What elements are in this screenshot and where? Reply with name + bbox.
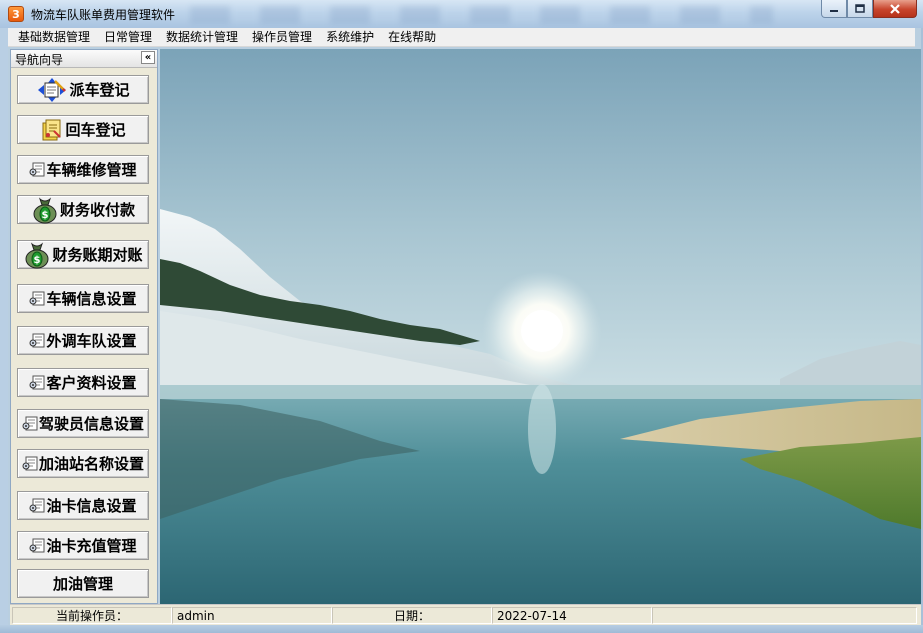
card-icon <box>22 416 38 432</box>
nav-button-fuel-card[interactable]: 油卡信息设置 <box>17 491 149 520</box>
nav-button-customer[interactable]: 客户资料设置 <box>17 368 149 397</box>
nav-button-vehicle-repair[interactable]: 车辆维修管理 <box>17 155 149 184</box>
window-frame-bottom <box>0 625 923 633</box>
nav-button-label: 回车登记 <box>65 121 126 139</box>
nav-button-label: 财务账期对账 <box>52 246 143 264</box>
nav-button-external-fleet[interactable]: 外调车队设置 <box>17 326 149 355</box>
menu-basic-data[interactable]: 基础数据管理 <box>8 28 97 47</box>
nav-button-gas-station[interactable]: 加油站名称设置 <box>17 449 149 478</box>
menu-daily[interactable]: 日常管理 <box>97 28 159 47</box>
nav-button-label: 客户资料设置 <box>46 374 137 392</box>
menu-system[interactable]: 系统维护 <box>319 28 381 47</box>
lake-landscape <box>160 49 921 604</box>
nav-button-label: 加油管理 <box>52 575 113 593</box>
nav-button-return[interactable]: 回车登记 <box>17 115 149 144</box>
minimize-icon <box>830 9 838 12</box>
svg-text:$: $ <box>34 255 41 266</box>
app-icon: 3 <box>8 6 24 22</box>
card-icon <box>29 333 45 349</box>
money-bag-icon: $ <box>31 196 59 224</box>
minimize-button[interactable] <box>821 0 847 18</box>
nav-button-label: 驾驶员信息设置 <box>38 415 144 433</box>
menu-help[interactable]: 在线帮助 <box>381 28 443 47</box>
window-controls <box>821 0 917 19</box>
maximize-icon <box>855 4 865 13</box>
nav-button-vehicle-info[interactable]: 车辆信息设置 <box>17 284 149 313</box>
nav-button-label: 车辆信息设置 <box>46 290 137 308</box>
card-icon <box>22 456 38 472</box>
close-icon <box>890 3 900 14</box>
nav-button-driver[interactable]: 驾驶员信息设置 <box>17 409 149 438</box>
svg-text:$: $ <box>42 210 49 221</box>
date-value: 2022-07-14 <box>492 607 652 624</box>
menu-bar: 基础数据管理 日常管理 数据统计管理 操作员管理 系统维护 在线帮助 <box>8 28 915 47</box>
menu-operators[interactable]: 操作员管理 <box>245 28 319 47</box>
nav-button-label: 外调车队设置 <box>46 332 137 350</box>
maximize-button[interactable] <box>847 0 873 18</box>
nav-header: 导航向导 « <box>11 50 157 68</box>
title-bar-glass <box>190 6 773 24</box>
nav-button-label: 派车登记 <box>69 81 130 99</box>
status-empty-cell <box>652 607 917 624</box>
nav-button-dispatch[interactable]: 派车登记 <box>17 75 149 104</box>
money-bag-icon: $ <box>23 241 51 269</box>
window-title: 物流车队账单费用管理软件 <box>31 8 176 22</box>
card-icon <box>29 538 45 554</box>
nav-button-refuel[interactable]: 加油管理 <box>17 569 149 598</box>
title-bar[interactable]: 3 物流车队账单费用管理软件 <box>0 0 923 28</box>
main-background-image <box>160 49 921 604</box>
collapse-button[interactable]: « <box>141 51 155 64</box>
dispatch-icon <box>36 77 68 103</box>
nav-button-finance-reconcile[interactable]: $ 财务账期对账 <box>17 240 149 269</box>
nav-title: 导航向导 <box>15 53 64 67</box>
nav-button-label: 车辆维修管理 <box>46 161 137 179</box>
nav-button-finance-payments[interactable]: $ 财务收付款 <box>17 195 149 224</box>
window-frame-left <box>0 28 8 625</box>
nav-button-label: 财务收付款 <box>59 201 135 219</box>
date-label: 日期： <box>332 607 492 624</box>
card-icon <box>29 498 45 514</box>
operator-value: admin <box>172 607 332 624</box>
nav-button-label: 加油站名称设置 <box>38 455 144 473</box>
nav-button-fuel-card-recharge[interactable]: 油卡充值管理 <box>17 531 149 560</box>
status-bar: 当前操作员： admin 日期： 2022-07-14 <box>10 604 921 625</box>
return-icon <box>40 118 64 142</box>
close-button[interactable] <box>873 0 917 18</box>
nav-button-label: 油卡信息设置 <box>46 497 137 515</box>
card-icon <box>29 291 45 307</box>
nav-button-label: 油卡充值管理 <box>46 537 137 555</box>
operator-label: 当前操作员： <box>12 607 172 624</box>
card-icon <box>29 162 45 178</box>
card-icon <box>29 375 45 391</box>
menu-statistics[interactable]: 数据统计管理 <box>159 28 245 47</box>
nav-panel: 导航向导 « 派车登记 回车登记 车辆维修管理 $ 财务收付款 $ 财务账期对账… <box>10 49 158 604</box>
